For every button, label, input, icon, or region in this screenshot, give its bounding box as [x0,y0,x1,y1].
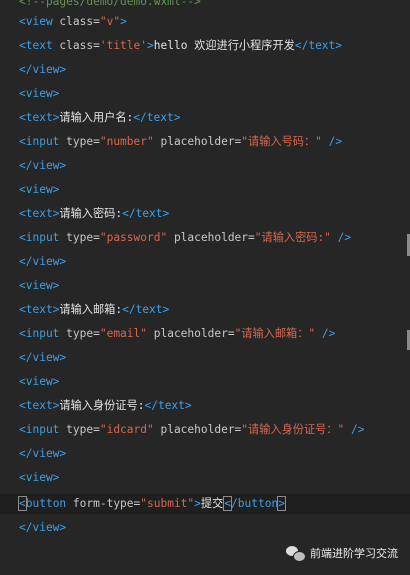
tag-token: <text> [19,399,60,412]
code-line-submit-button[interactable]: <button form-type="submit">提交</button> [18,495,286,513]
value-token: "password" [99,231,168,244]
watermark: 前端进阶学习交流 [286,541,398,565]
tag-token: </text> [133,111,181,124]
code-line-idcard-input: <input type="idcard" placeholder="请输入身份证… [19,421,365,439]
tag-token: <text> [19,303,60,316]
code-line-username-label: <text>请输入用户名:</text> [19,109,180,127]
tag-token: > [147,39,154,52]
attr-token: type= [59,231,100,244]
text-content: 请输入用户名: [59,111,134,124]
value-token: "idcard" [99,423,154,436]
tag-token: </text> [144,399,192,412]
wechat-icon [286,545,306,562]
code-line-view-close: </view> [19,351,67,364]
attr-token: type= [59,423,100,436]
code-line-password-input: <input type="password" placeholder="请输入密… [19,229,351,247]
code-line-view-open: <view> [19,471,60,484]
code-line-email-label: <text>请输入邮箱:</text> [19,301,169,319]
code-line-view-open: <view> [19,87,60,100]
code-line-view-close: </view> [19,447,67,460]
tag-token: button [25,497,67,510]
value-token: "请输入密码:" [254,231,331,244]
text-content: hello 欢迎进行小程序开发 [153,39,295,52]
value-token: "请输入身份证号：" [241,423,345,436]
value-token: "submit" [140,497,195,510]
code-editor[interactable]: <!--pages/demo/demo.wxml--> <view class=… [0,0,410,575]
value-token: 'title' [99,39,147,52]
tag-token: <text> [19,207,60,220]
tag-token: <input [19,135,60,148]
tag-token: <input [19,231,60,244]
code-line-view-close: </view> [19,255,67,268]
code-line-idcard-label: <text>请输入身份证号:</text> [19,397,192,415]
tag-token: <input [19,423,60,436]
tag-token: > [194,497,201,510]
attr-token: placeholder= [147,327,235,340]
value-token: "number" [99,135,154,148]
text-content: 请输入密码: [59,207,123,220]
watermark-label: 前端进阶学习交流 [310,547,398,560]
matching-bracket: < [18,496,27,511]
text-content: 请输入邮箱: [59,303,123,316]
attr-token: type= [59,135,100,148]
tag-token: > [120,15,127,28]
code-line-view-open: <view> [19,183,60,196]
attr-token: type= [59,327,100,340]
tag-token: <text [19,39,53,52]
code-line-view-open: <view class="v"> [19,13,127,31]
attr-token: placeholder= [153,135,242,148]
code-line-password-label: <text>请输入密码:</text> [19,205,169,223]
tag-token: <text> [19,111,60,124]
tag-token: /> [321,135,343,148]
tag-token: </text> [294,39,343,52]
tag-token: /> [315,327,336,340]
value-token: "v" [99,15,121,28]
attr-token: class= [52,15,100,28]
code-line-view-close: </view> [19,63,67,76]
code-line-email-input: <input type="email" placeholder="请输入邮箱："… [19,325,335,343]
code-line-number-input: <input type="number" placeholder="请输入号码：… [19,133,342,151]
tag-token: /> [344,423,365,436]
attr-token: placeholder= [167,231,255,244]
tag-token: /button [231,497,279,510]
value-token: "请输入号码：" [241,135,322,148]
code-line-comment: <!--pages/demo/demo.wxml--> [19,0,201,8]
tag-token: <view [19,15,53,28]
attr-token: class= [52,39,100,52]
code-line-view-close: </view> [19,159,67,172]
tag-token: /> [330,231,352,244]
matching-bracket: > [277,496,286,511]
tag-token: <input [19,327,60,340]
text-content: 请输入身份证号: [59,399,145,412]
attr-token: placeholder= [153,423,242,436]
value-token: "email" [99,327,147,340]
tag-token: </text> [122,207,170,220]
code-line-view-open: <view> [19,279,60,292]
code-line-view-close: </view> [19,521,67,534]
text-content: 提交 [200,497,224,510]
value-token: "请输入邮箱：" [234,327,316,340]
attr-token: form-type= [66,497,141,510]
code-line-title-text: <text class='title'>hello 欢迎进行小程序开发</tex… [19,37,342,55]
code-line-view-open: <view> [19,375,60,388]
tag-token: </text> [122,303,170,316]
